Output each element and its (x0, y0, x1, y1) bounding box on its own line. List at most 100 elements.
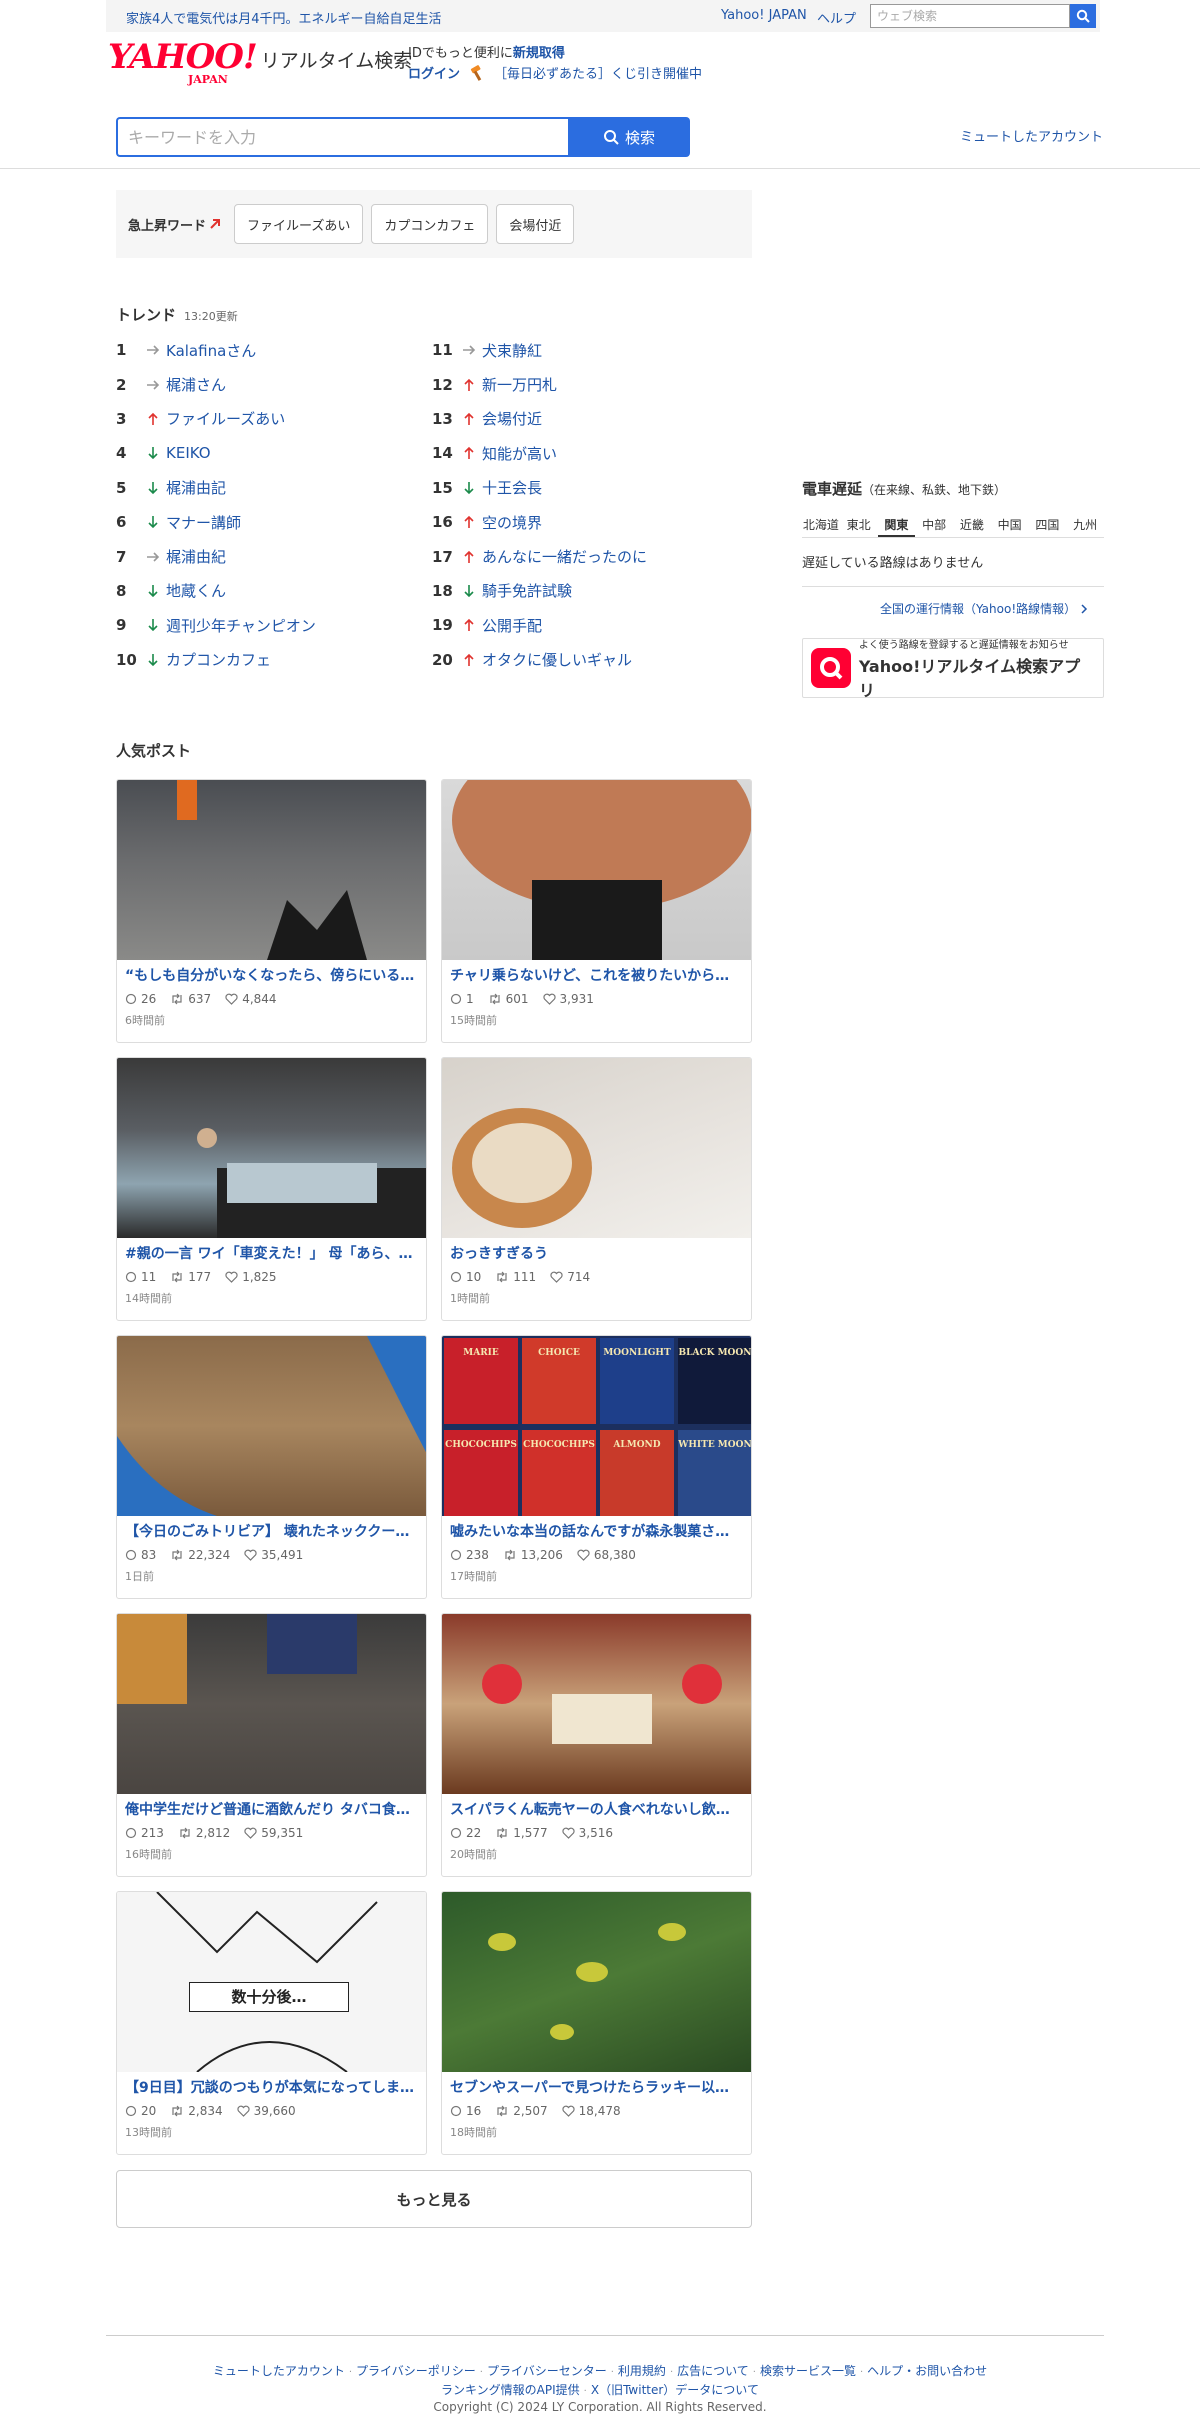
muted-accounts-link[interactable]: ミュートしたアカウント (960, 126, 1103, 145)
repost-count: 22,324 (170, 1548, 230, 1562)
trend-word-link[interactable]: 騎手免許試験 (482, 580, 572, 601)
trend-word-link[interactable]: 十王会長 (482, 477, 542, 498)
post-title: おっきすぎるう (450, 1246, 548, 1262)
footer-link[interactable]: 広告について (677, 2364, 749, 2378)
train-tab-2[interactable]: 関東 (877, 514, 916, 537)
reply-icon (450, 1271, 462, 1283)
rising-chip[interactable]: カプコンカフェ (371, 204, 489, 244)
trend-item[interactable]: 14 知能が高い (432, 436, 732, 470)
trend-word-link[interactable]: 知能が高い (482, 443, 557, 464)
app-banner[interactable]: よく使う路線を登録すると遅延情報をお知らせ Yahoo!リアルタイム検索アプリ (802, 638, 1104, 700)
yahoo-japan-link[interactable]: Yahoo! JAPAN (721, 8, 807, 23)
trend-word-link[interactable]: オタクに優しいギャル (482, 649, 632, 670)
trend-item[interactable]: 15 十王会長 (432, 471, 732, 505)
trend-item[interactable]: 20 オタクに優しいギャル (432, 643, 732, 677)
nationwide-train-link[interactable]: 全国の運行情報（Yahoo!路線情報） (880, 600, 1088, 617)
trend-item[interactable]: 18 騎手免許試験 (432, 574, 732, 608)
footer-link[interactable]: X（旧Twitter）データについて (591, 2383, 759, 2397)
keyword-search-input[interactable] (116, 117, 568, 157)
trend-item[interactable]: 7 梶浦由紀 (116, 539, 416, 573)
login-link[interactable]: ログイン (408, 63, 460, 82)
web-search-input[interactable] (870, 4, 1070, 28)
footer-link[interactable]: 検索サービス一覧 (760, 2364, 856, 2378)
train-tab-7[interactable]: 九州 (1066, 514, 1104, 537)
trend-word-link[interactable]: 梶浦さん (166, 374, 226, 395)
trend-word-link[interactable]: 公開手配 (482, 615, 542, 636)
post-body: チャリ乗らないけど、これを被りたいから… 1 601 3,931 15時間前 (442, 960, 751, 1034)
post-card[interactable]: チャリ乗らないけど、これを被りたいから… 1 601 3,931 15時間前 (441, 779, 752, 1043)
trend-rank: 11 (432, 341, 453, 360)
more-button[interactable]: もっと見る (116, 2170, 752, 2228)
trend-arrow (456, 343, 482, 357)
trend-word-link[interactable]: ファイルーズあい (166, 408, 285, 429)
trend-item[interactable]: 1 Kalafinaさん (116, 333, 416, 367)
trend-word-link[interactable]: あんなに一緒だったのに (482, 546, 647, 567)
post-card[interactable]: 数十分後… 【9日目】冗談のつもりが本気になってしま… 20 2,834 39,660 1… (116, 1891, 427, 2155)
post-time: 13時間前 (125, 2126, 172, 2139)
post-stats: 238 13,206 68,380 (450, 1546, 743, 1564)
footer-link[interactable]: ヘルプ・お問い合わせ (867, 2364, 987, 2378)
post-stats: 16 2,507 18,478 (450, 2102, 743, 2120)
site-logo[interactable]: YAHOO! JAPAN リアルタイム検索 (108, 40, 412, 86)
post-card[interactable]: “もしも自分がいなくなったら、傍らにいる… 26 637 4,844 6時間前 (116, 779, 427, 1043)
footer-link[interactable]: ランキング情報のAPI提供 (441, 2383, 580, 2397)
footer-link[interactable]: プライバシーポリシー (356, 2364, 476, 2378)
trend-word-link[interactable]: KEIKO (166, 444, 211, 462)
trend-word-link[interactable]: 新一万円札 (482, 374, 557, 395)
post-card[interactable]: 俺中学生だけど普通に酒飲んだり タバコ食… 213 2,812 59,351 16時間前 (116, 1613, 427, 1877)
lottery-link[interactable]: ［毎日必ずあたる］くじ引き開催中 (494, 63, 702, 82)
trend-word-link[interactable]: 週刊少年チャンピオン (166, 615, 316, 636)
trend-word-link[interactable]: 梶浦由記 (166, 477, 226, 498)
footer-link[interactable]: プライバシーセンター (487, 2364, 607, 2378)
train-tab-3[interactable]: 中部 (915, 514, 953, 537)
trend-word-link[interactable]: 犬束静紅 (482, 340, 542, 361)
trend-item[interactable]: 8 地蔵くん (116, 574, 416, 608)
footer-link[interactable]: 利用規約 (618, 2364, 666, 2378)
rising-chip[interactable]: 会場付近 (496, 204, 575, 244)
footer-links-primary: ミュートしたアカウント · プライバシーポリシー · プライバシーセンター · 利用規約 · 広… (0, 2362, 1200, 2379)
post-card[interactable]: セブンやスーパーで見つけたらラッキー以… 16 2,507 18,478 18時間前 (441, 1891, 752, 2155)
trend-item[interactable]: 17 あんなに一緒だったのに (432, 539, 732, 573)
promo-link[interactable]: 家族4人で電気代は月4千円。エネルギー自給自足生活 (126, 8, 442, 27)
trend-rank: 1 (116, 341, 127, 360)
trend-word-link[interactable]: 梶浦由紀 (166, 546, 226, 567)
trend-item[interactable]: 9 週刊少年チャンピオン (116, 608, 416, 642)
web-search-button[interactable] (1070, 4, 1096, 28)
trend-item[interactable]: 10 カプコンカフェ (116, 643, 416, 677)
trend-word-link[interactable]: 空の境界 (482, 512, 542, 533)
signup-link[interactable]: 新規取得 (513, 46, 565, 61)
trend-word-link[interactable]: カプコンカフェ (166, 649, 271, 670)
trend-word-link[interactable]: Kalafinaさん (166, 340, 256, 361)
trend-word-link[interactable]: マナー講師 (166, 512, 241, 533)
train-tab-5[interactable]: 中国 (991, 514, 1029, 537)
trend-word-link[interactable]: 地蔵くん (166, 580, 226, 601)
trend-item[interactable]: 5 梶浦由記 (116, 471, 416, 505)
trend-word-link[interactable]: 会場付近 (482, 408, 542, 429)
trend-item[interactable]: 12 新一万円札 (432, 367, 732, 401)
rising-chip[interactable]: ファイルーズあい (234, 204, 364, 244)
post-card[interactable]: 【今日のごみトリビア】 壊れたネッククー… 83 22,324 35,491 1日前 (116, 1335, 427, 1599)
post-card[interactable]: おっきすぎるう 10 111 714 1時間前 (441, 1057, 752, 1321)
trend-item[interactable]: 4 KEIKO (116, 436, 416, 470)
train-tab-0[interactable]: 北海道 (802, 514, 840, 537)
trend-item[interactable]: 19 公開手配 (432, 608, 732, 642)
trend-item[interactable]: 3 ファイルーズあい (116, 402, 416, 436)
post-title: 【今日のごみトリビア】 壊れたネッククー… (125, 1524, 410, 1540)
train-tab-4[interactable]: 近畿 (953, 514, 991, 537)
main-search: 検索 (116, 117, 690, 157)
post-card[interactable]: #親の一言 ワイ「車変えた！」 母「あら、… 11 177 1,825 14時間前 (116, 1057, 427, 1321)
trend-item[interactable]: 11 犬束静紅 (432, 333, 732, 367)
search-button[interactable]: 検索 (568, 117, 690, 157)
post-card[interactable]: MARIE CHOICE MOONLIGHT BLACK MOON CHOCOCHIPS… (441, 1335, 752, 1599)
post-card[interactable]: スイパラくん󠄀転売ヤーの人食べれないし飲… 22 1,577 3,516 20時間前 (441, 1613, 752, 1877)
trend-item[interactable]: 6 マナー講師 (116, 505, 416, 539)
train-tab-6[interactable]: 四国 (1029, 514, 1067, 537)
help-link[interactable]: ヘルプ (817, 8, 856, 27)
trend-item[interactable]: 13 会場付近 (432, 402, 732, 436)
trend-rank: 5 (116, 478, 127, 497)
train-tab-1[interactable]: 東北 (840, 514, 878, 537)
footer-link[interactable]: ミュートしたアカウント (213, 2364, 345, 2378)
heart-icon (244, 1827, 257, 1839)
trend-item[interactable]: 16 空の境界 (432, 505, 732, 539)
trend-item[interactable]: 2 梶浦さん (116, 367, 416, 401)
